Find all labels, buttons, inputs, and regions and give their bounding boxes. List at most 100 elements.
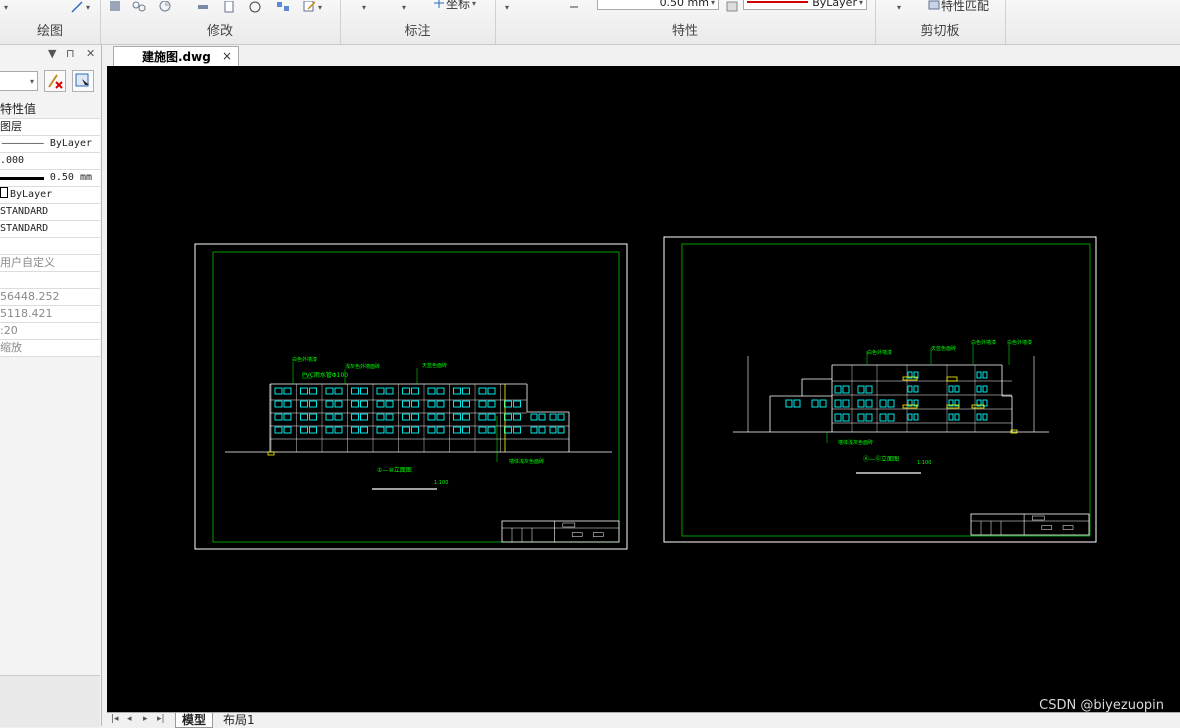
property-row[interactable]: 5118.421 [0,306,100,323]
window [385,400,394,408]
match-properties-button[interactable]: 特性匹配 [927,0,990,13]
window [549,426,557,434]
align-button[interactable] [196,0,210,14]
linetype-button[interactable] [567,0,581,14]
array-button[interactable] [276,0,290,14]
nav-last-icon[interactable]: ▸| [157,714,165,724]
sheet1-frame [194,243,628,550]
property-row[interactable]: ByLayer [0,187,100,204]
window [478,426,487,434]
object-type-select[interactable]: ▾ [0,71,38,91]
drawing-canvas[interactable]: 白色外墙漆 PVC雨水管Φ100 浅灰色外墙面砖 天蓝色面砖 墙体浅灰色面砖 ①—⑩立面图… [107,66,1180,712]
annotation: 白色外墙漆 [1007,339,1032,346]
title-block [501,520,620,543]
window [954,413,960,421]
document-tab[interactable]: 建施图.dwg × [113,46,239,66]
property-row[interactable]: .000 [0,153,100,170]
title-block-cell [1032,515,1045,521]
hatch-button[interactable] [108,0,122,14]
sheet2-border [681,243,1091,537]
boundary-button[interactable] [158,0,172,14]
copy-clip-button[interactable] [222,0,236,14]
property-row[interactable]: 56448.252 [0,289,100,306]
property-row[interactable] [0,238,100,255]
chevron-down-icon: ▾ [29,77,34,86]
region-icon [132,1,146,12]
property-row[interactable]: STANDARD [0,204,100,221]
toggle-pickadd-button[interactable] [44,70,66,92]
window [857,413,865,422]
palette-bottom [0,675,100,727]
ribbon-group-clipboard: ▾ 特性匹配 剪切板 [875,0,1006,44]
dim-tool-dropdown[interactable]: ▾ [400,0,406,14]
select-objects-button[interactable] [72,70,94,92]
window [300,400,308,408]
lineweight-swatch [0,177,44,180]
window [538,426,546,434]
nav-next-icon[interactable]: ▸ [143,714,148,724]
layer-dropdown[interactable]: ▾ [503,0,509,14]
window [530,426,538,434]
ribbon-group-modify: ▾ 修改 [100,0,341,44]
lineweight-select[interactable]: 0.50 mm ▾ [597,0,719,10]
line-tool-button[interactable]: ▾ [70,0,90,14]
window [436,400,445,408]
properties-palette: ▼ ⊓ ✕ ▾ 特性值 图层 ——————— ByLayer .000 0.50 mm… [0,45,102,727]
property-row[interactable] [0,272,100,289]
pin-icon[interactable]: ⊓ [66,47,75,60]
nav-first-icon[interactable]: |◂ [111,714,119,724]
ribbon-group-label: 绘图 [36,24,63,39]
property-row[interactable]: 图层 [0,119,100,136]
edit-button[interactable]: ▾ [302,0,322,14]
lineweight-value: 0.50 mm [659,0,709,9]
close-icon[interactable]: ✕ [86,47,95,60]
color-value: ByLayer [812,0,857,9]
annotation: 白色外墙漆 [292,356,317,363]
tab-layout1[interactable]: 布局1 [223,713,255,727]
ribbon-group-label: 修改 [206,24,233,39]
color-select[interactable]: ByLayer ▾ [743,0,867,10]
window [887,413,895,422]
property-row[interactable]: ——————— ByLayer [0,136,100,153]
window [954,385,960,393]
window [478,387,487,395]
property-row[interactable]: STANDARD [0,221,100,238]
window [334,400,343,408]
close-icon[interactable]: × [222,49,232,63]
property-row[interactable]: 缩放 [0,340,100,357]
property-row[interactable]: 0.50 mm [0,170,100,187]
region-button[interactable] [132,0,146,14]
window [513,426,521,434]
array-icon [277,2,289,11]
window [309,387,317,395]
select-objects-icon [75,73,89,89]
paste-dropdown[interactable]: ▾ [895,0,901,14]
property-row[interactable]: 用户自定义 [0,255,100,272]
window [334,426,343,434]
title-block-cell [1041,525,1053,530]
window [453,413,461,421]
window [376,387,385,395]
window [309,413,317,421]
window [274,426,283,434]
chevron-down-icon: ▾ [4,2,9,12]
draw-tool-dropdown[interactable]: ▾ [2,0,8,14]
document-tab-strip: 建施图.dwg × [107,45,1180,66]
annotation: 白色外墙漆 [971,339,996,346]
window [325,413,334,421]
title-block-cell [1062,525,1074,530]
property-row[interactable]: :20 [0,323,100,340]
nav-prev-icon[interactable]: ◂ [127,714,132,724]
align-icon [198,5,208,9]
text-tool-dropdown[interactable]: ▾ [360,0,366,14]
window [834,413,842,422]
match-properties-label: 特性匹配 [941,0,990,13]
chevron-down-icon: ▾ [710,0,715,7]
transparency-button[interactable] [725,0,739,14]
window [385,426,394,434]
coordinate-button[interactable]: 坐标 ▾ [432,0,476,11]
rotate-button[interactable] [248,0,262,14]
chevron-down-icon[interactable]: ▼ [48,47,56,60]
brush-icon [928,0,940,10]
title-block-cell [571,532,583,537]
